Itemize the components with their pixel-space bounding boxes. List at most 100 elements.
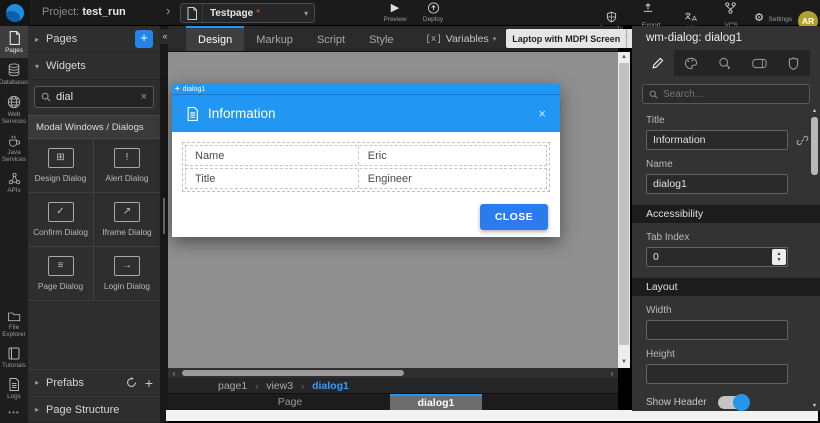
sidebar-more-button[interactable]: •••: [0, 404, 28, 423]
pages-accordion-header[interactable]: ▸ Pages +: [28, 26, 160, 53]
canvas-horizontal-scrollbar[interactable]: ‹ ›: [168, 368, 618, 378]
tab-security[interactable]: [777, 50, 809, 76]
grid-row[interactable]: Title Engineer: [185, 168, 547, 189]
sidebar-item-tutorials[interactable]: Tutorials: [0, 342, 28, 373]
api-nodes-icon: [8, 172, 21, 185]
width-field[interactable]: [646, 320, 788, 340]
breadcrumb-dialog1[interactable]: dialog1: [312, 380, 349, 392]
number-stepper[interactable]: ▲ ▼: [772, 249, 786, 265]
add-prefab-icon[interactable]: +: [145, 375, 153, 391]
bind-link-icon[interactable]: [796, 134, 809, 147]
tab-script[interactable]: Script: [305, 26, 357, 51]
tab-style[interactable]: Style: [357, 26, 405, 51]
panel-divider[interactable]: [160, 26, 168, 423]
dialog-widget[interactable]: + dialog1 Information × Name Eric Title …: [172, 84, 560, 237]
design-canvas[interactable]: + dialog1 Information × Name Eric Title …: [168, 52, 618, 368]
widgets-accordion-header[interactable]: ▾ Widgets: [28, 53, 160, 80]
page-structure-accordion-header[interactable]: ▸ Page Structure: [28, 396, 160, 423]
tab-events[interactable]: [709, 50, 741, 76]
top-bar: Project: test_run › Testpage * ▾ ▶ Previ…: [0, 0, 820, 40]
expand-right-panel-button[interactable]: »: [620, 29, 633, 44]
search-icon: [41, 92, 51, 102]
sidebar-item-web-services[interactable]: Web Services: [0, 90, 28, 129]
scroll-up-icon[interactable]: ▲: [810, 108, 819, 114]
widget-design-dialog[interactable]: ⊞ Design Dialog: [28, 139, 94, 193]
sidebar-item-file-explorer[interactable]: File Explorer: [0, 305, 28, 342]
add-page-button[interactable]: +: [135, 30, 153, 48]
tab-styles[interactable]: [675, 50, 707, 76]
tab-device[interactable]: [743, 50, 775, 76]
scrollbar-thumb[interactable]: [182, 370, 404, 376]
dialog-grid[interactable]: Name Eric Title Engineer: [182, 142, 550, 192]
section-accessibility[interactable]: Accessibility: [632, 205, 820, 223]
preview-button[interactable]: ▶ Preview: [378, 2, 412, 23]
breadcrumb-view3[interactable]: view3: [266, 380, 293, 392]
section-layout[interactable]: Layout: [632, 278, 820, 296]
scroll-down-icon[interactable]: ▼: [810, 403, 819, 409]
properties-tab-group: [674, 50, 810, 76]
dialog-body[interactable]: Name Eric Title Engineer: [172, 132, 560, 196]
confirm-dialog-icon: ✓: [47, 202, 74, 222]
sidebar-item-logs[interactable]: Logs: [0, 373, 28, 404]
properties-scrollbar[interactable]: ▲ ▼: [810, 106, 819, 411]
stepper-down-icon[interactable]: ▼: [777, 257, 782, 263]
tab-index-field[interactable]: [646, 247, 788, 267]
deploy-button[interactable]: Deploy: [416, 2, 450, 23]
widget-confirm-dialog[interactable]: ✓ Confirm Dialog: [28, 193, 94, 247]
svg-text:A: A: [692, 13, 698, 22]
scroll-right-icon[interactable]: ›: [606, 369, 618, 378]
property-search-input[interactable]: [663, 88, 803, 100]
title-field[interactable]: [646, 130, 788, 150]
divider-grip[interactable]: [163, 198, 165, 234]
name-field[interactable]: [646, 174, 788, 194]
widget-selection-tag[interactable]: + dialog1: [172, 84, 560, 95]
widget-group-header: Modal Windows / Dialogs: [28, 115, 160, 139]
app-logo[interactable]: [0, 0, 30, 26]
grid-row[interactable]: Name Eric: [185, 145, 547, 166]
breadcrumb: page1 › view3 › dialog1: [168, 378, 618, 394]
page-selector[interactable]: Testpage * ▾: [180, 3, 316, 23]
scroll-up-icon[interactable]: ▲: [618, 52, 630, 63]
dialog-header[interactable]: Information ×: [172, 95, 560, 132]
properties-content: Title Name Accessibility Tab Index ▲ ▼ L…: [632, 106, 820, 411]
sidebar-item-apis[interactable]: APIs: [0, 167, 28, 198]
properties-panel-tabs: [642, 50, 810, 76]
variables-button[interactable]: [x] Variables ▾: [426, 26, 497, 51]
dialog-close-button[interactable]: CLOSE: [479, 203, 548, 230]
wavemaker-logo-icon: [6, 4, 24, 22]
project-name: test_run: [82, 6, 126, 18]
tab-index-label: Tab Index: [646, 232, 690, 243]
widget-search-box: ×: [34, 86, 154, 108]
widget-alert-dialog[interactable]: ! Alert Dialog: [94, 139, 160, 193]
tab-properties[interactable]: [642, 50, 674, 76]
scrollbar-thumb[interactable]: [811, 117, 818, 175]
collapse-left-panel-button[interactable]: «: [159, 29, 171, 44]
tab-design[interactable]: Design: [186, 26, 245, 51]
breadcrumb-page1[interactable]: page1: [218, 380, 247, 392]
sidebar-item-pages[interactable]: Pages: [0, 26, 28, 58]
bottom-tab-page[interactable]: Page: [235, 394, 345, 410]
widget-iframe-dialog[interactable]: ↗ Iframe Dialog: [94, 193, 160, 247]
scroll-down-icon[interactable]: ▼: [618, 357, 630, 368]
bottom-tab-dialog1[interactable]: dialog1: [390, 394, 482, 410]
prefabs-accordion-header[interactable]: ▸ Prefabs +: [28, 369, 160, 396]
chevron-right-icon: ›: [166, 3, 171, 18]
clear-search-icon[interactable]: ×: [141, 91, 147, 103]
page-file-icon: [181, 4, 203, 22]
page-dialog-icon: ≡: [47, 256, 74, 276]
dialog-close-icon[interactable]: ×: [538, 106, 546, 121]
tab-markup[interactable]: Markup: [244, 26, 305, 51]
sidebar-item-java-services[interactable]: Java Services: [0, 129, 28, 167]
move-icon: +: [175, 84, 180, 93]
scroll-left-icon[interactable]: ‹: [168, 369, 180, 378]
scrollbar-thumb[interactable]: [619, 63, 629, 345]
refresh-icon[interactable]: [126, 377, 137, 388]
canvas-vertical-scrollbar[interactable]: ▲ ▼: [618, 52, 630, 368]
sidebar-item-databases[interactable]: Databases: [0, 58, 29, 90]
toggle-knob: [733, 394, 750, 411]
widget-search-input[interactable]: [56, 91, 141, 103]
widget-login-dialog[interactable]: → Login Dialog: [94, 247, 160, 301]
show-header-toggle[interactable]: [718, 394, 750, 411]
widget-page-dialog[interactable]: ≡ Page Dialog: [28, 247, 94, 301]
height-field[interactable]: [646, 364, 788, 384]
